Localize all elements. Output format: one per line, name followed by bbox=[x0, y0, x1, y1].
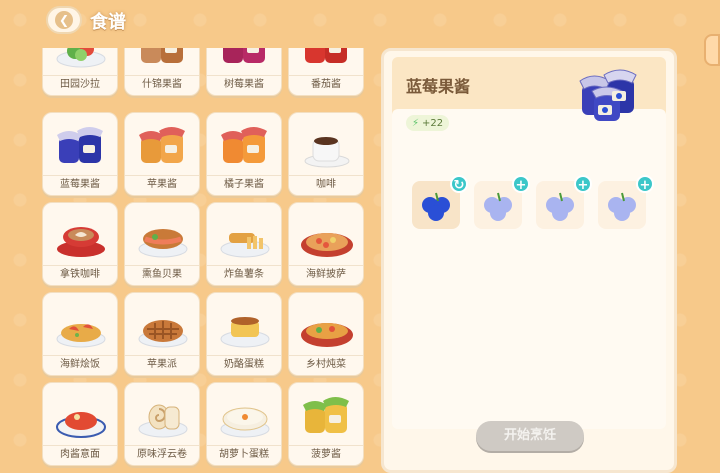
recipe-card[interactable]: 拿铁咖啡 bbox=[42, 202, 118, 286]
recipe-card-label: 树莓果酱 bbox=[207, 75, 281, 93]
recipe-card[interactable]: 苹果派 bbox=[124, 292, 200, 376]
coffee-icon bbox=[304, 137, 350, 168]
energy-value: +22 bbox=[422, 117, 444, 129]
ingredient-slot[interactable]: + bbox=[598, 175, 654, 229]
bagel-icon bbox=[138, 229, 188, 258]
recipe-card[interactable]: 胡萝卜蛋糕 bbox=[206, 382, 282, 466]
recipe-card-label: 橘子果酱 bbox=[207, 175, 281, 193]
pineapple-jam-icon bbox=[303, 397, 349, 433]
recipe-card-label: 胡萝卜蛋糕 bbox=[207, 445, 281, 463]
latte-icon bbox=[57, 227, 105, 257]
recipe-card-label: 海鲜披萨 bbox=[289, 265, 363, 283]
recipe-detail-panel: 蓝莓果酱 ⚡ +22 ↻ + + + 开始烹饪 bbox=[381, 48, 677, 473]
recipe-card-label: 肉酱意面 bbox=[43, 445, 117, 463]
side-tab[interactable] bbox=[704, 34, 720, 66]
plus-icon[interactable]: + bbox=[574, 175, 592, 193]
blueberry-jam-icon bbox=[579, 69, 637, 121]
recipe-grid: 田园沙拉 什锦果酱 树莓果酱 番茄酱蓝莓果酱 苹果酱 橘子果酱 咖啡拿铁咖啡 熏鱼贝果 炸鱼薯条… bbox=[42, 48, 364, 468]
fish-chips-icon bbox=[220, 233, 270, 258]
back-button[interactable]: ❮ bbox=[46, 6, 82, 34]
stew-icon bbox=[301, 323, 353, 347]
salad-icon bbox=[56, 48, 106, 68]
recipe-card[interactable]: 树莓果酱 bbox=[206, 48, 282, 96]
recipe-card[interactable]: 蓝莓果酱 bbox=[42, 112, 118, 196]
raspberry-jam-icon bbox=[223, 48, 265, 63]
ingredient-slot[interactable]: + bbox=[474, 175, 530, 229]
recipe-card[interactable]: 橘子果酱 bbox=[206, 112, 282, 196]
blueberry-icon bbox=[422, 192, 450, 221]
dish-name: 蓝莓果酱 bbox=[406, 77, 471, 96]
lightning-icon: ⚡ bbox=[412, 117, 420, 129]
ketchup-icon bbox=[305, 48, 347, 63]
recipe-card[interactable]: 番茄酱 bbox=[288, 48, 364, 96]
recipe-card[interactable]: 熏鱼贝果 bbox=[124, 202, 200, 286]
recipe-card-label: 田园沙拉 bbox=[43, 75, 117, 93]
ingredient-slot[interactable]: ↻ bbox=[412, 175, 468, 229]
mixed-jam-icon bbox=[141, 48, 183, 63]
recipe-card-label: 乡村炖菜 bbox=[289, 355, 363, 373]
recipe-card-label: 拿铁咖啡 bbox=[43, 265, 117, 283]
orange-jam-icon bbox=[221, 127, 267, 163]
recipe-card[interactable]: 原味浮云卷 bbox=[124, 382, 200, 466]
recipe-card[interactable]: 咖啡 bbox=[288, 112, 364, 196]
recipe-card[interactable]: 奶酪蛋糕 bbox=[206, 292, 282, 376]
blueberry-icon bbox=[546, 192, 574, 221]
panel-body bbox=[392, 109, 666, 429]
ingredient-slot[interactable]: + bbox=[536, 175, 592, 229]
plus-icon[interactable]: + bbox=[636, 175, 654, 193]
apple-pie-icon bbox=[138, 320, 188, 348]
carrot-cake-icon bbox=[220, 407, 270, 438]
recipe-card-label: 苹果酱 bbox=[125, 175, 199, 193]
plus-icon[interactable]: + bbox=[512, 175, 530, 193]
recipe-card[interactable]: 什锦果酱 bbox=[124, 48, 200, 96]
blueberry-icon bbox=[484, 192, 512, 221]
recipe-card-label: 咖啡 bbox=[289, 175, 363, 193]
recipe-card-label: 菠萝酱 bbox=[289, 445, 363, 463]
page-title: 食谱 bbox=[90, 12, 126, 33]
seafood-pizza-icon bbox=[301, 233, 353, 257]
roll-cake-icon bbox=[138, 404, 188, 438]
recipe-card-label: 炸鱼薯条 bbox=[207, 265, 281, 283]
spaghetti-icon bbox=[56, 412, 106, 438]
cheesecake-icon bbox=[220, 317, 270, 348]
recipe-card[interactable]: 田园沙拉 bbox=[42, 48, 118, 96]
energy-badge: ⚡ +22 bbox=[406, 115, 450, 131]
paella-icon bbox=[56, 324, 106, 348]
blueberry-icon bbox=[608, 192, 636, 221]
recipe-card-label: 苹果派 bbox=[125, 355, 199, 373]
recipe-card[interactable]: 海鲜烩饭 bbox=[42, 292, 118, 376]
recipe-card-label: 熏鱼贝果 bbox=[125, 265, 199, 283]
recipe-card-label: 原味浮云卷 bbox=[125, 445, 199, 463]
recipe-card[interactable]: 肉酱意面 bbox=[42, 382, 118, 466]
recipe-card[interactable]: 炸鱼薯条 bbox=[206, 202, 282, 286]
recipe-card[interactable]: 菠萝酱 bbox=[288, 382, 364, 466]
chevron-left-icon: ❮ bbox=[55, 11, 73, 29]
refresh-icon[interactable]: ↻ bbox=[450, 175, 468, 193]
recipe-card-label: 奶酪蛋糕 bbox=[207, 355, 281, 373]
blueberry-jam-icon bbox=[57, 127, 103, 163]
recipe-card-label: 什锦果酱 bbox=[125, 75, 199, 93]
recipe-card-label: 蓝莓果酱 bbox=[43, 175, 117, 193]
recipe-card[interactable]: 乡村炖菜 bbox=[288, 292, 364, 376]
start-cooking-button[interactable]: 开始烹饪 bbox=[476, 421, 584, 451]
recipe-card[interactable]: 苹果酱 bbox=[124, 112, 200, 196]
recipe-card-label: 番茄酱 bbox=[289, 75, 363, 93]
recipe-card[interactable]: 海鲜披萨 bbox=[288, 202, 364, 286]
apple-jam-icon bbox=[139, 127, 185, 163]
recipe-card-label: 海鲜烩饭 bbox=[43, 355, 117, 373]
